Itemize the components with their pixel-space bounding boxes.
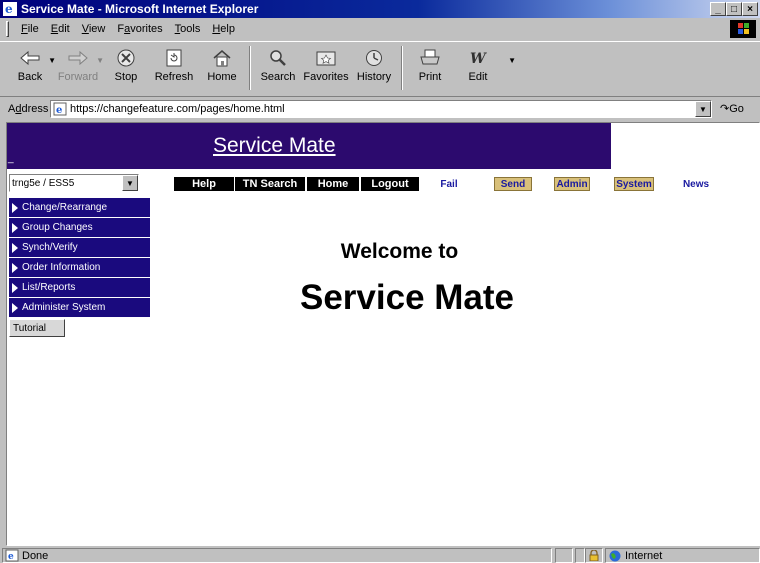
minimize-button[interactable]: _ bbox=[710, 2, 726, 16]
address-dropdown-button[interactable]: ▼ bbox=[695, 101, 711, 117]
home-icon bbox=[209, 45, 235, 71]
back-arrow-icon bbox=[17, 45, 43, 71]
header-banner: _ Service Mate bbox=[7, 123, 611, 169]
print-button[interactable]: Print bbox=[406, 42, 454, 94]
back-button[interactable]: Back ▼ bbox=[6, 42, 56, 94]
triangle-right-icon bbox=[12, 222, 18, 233]
page-content: _ Service Mate trng5e / ESS5 ▼ Help TN S… bbox=[6, 122, 760, 546]
edit-button[interactable]: W Edit ▼ bbox=[454, 42, 516, 94]
favorites-icon bbox=[313, 45, 339, 71]
tutorial-button[interactable]: Tutorial bbox=[9, 319, 65, 337]
status-panel-empty bbox=[575, 548, 585, 563]
help-button[interactable]: Help bbox=[174, 177, 234, 191]
fail-link[interactable]: Fail bbox=[435, 177, 463, 191]
svg-text:W: W bbox=[470, 51, 487, 67]
favorites-button[interactable]: Favorites bbox=[302, 42, 350, 94]
menu-view[interactable]: View bbox=[76, 23, 112, 35]
ssl-lock-icon[interactable] bbox=[585, 548, 603, 563]
triangle-right-icon bbox=[12, 242, 18, 253]
home-button[interactable]: Home bbox=[198, 42, 246, 94]
svg-text:e: e bbox=[8, 552, 14, 562]
edit-dropdown-icon[interactable]: ▼ bbox=[508, 56, 516, 65]
side-menu: Change/Rearrange Group Changes Synch/Ver… bbox=[9, 198, 150, 318]
scope-select[interactable]: trng5e / ESS5 ▼ bbox=[9, 174, 139, 192]
go-button[interactable]: ↷Go bbox=[720, 102, 744, 115]
close-button[interactable]: × bbox=[742, 2, 758, 16]
standard-toolbar: Back ▼ Forward ▼ Stop Refresh Home Searc… bbox=[0, 41, 760, 97]
history-button[interactable]: History bbox=[350, 42, 398, 94]
address-label: Address bbox=[8, 103, 49, 115]
menu-edit[interactable]: Edit bbox=[45, 23, 76, 35]
system-link[interactable]: System bbox=[614, 177, 654, 191]
menu-tools[interactable]: Tools bbox=[169, 23, 207, 35]
menu-help[interactable]: Help bbox=[206, 23, 241, 35]
triangle-right-icon bbox=[12, 302, 18, 313]
status-text-panel: e Done bbox=[2, 548, 552, 563]
triangle-right-icon bbox=[12, 262, 18, 273]
address-url: https://changefeature.com/pages/home.htm… bbox=[70, 103, 285, 115]
forward-arrow-icon bbox=[65, 45, 91, 71]
app-name-heading: Service Mate bbox=[299, 278, 515, 317]
triangle-right-icon bbox=[12, 202, 18, 213]
side-menu-administer-system[interactable]: Administer System bbox=[9, 298, 150, 318]
side-menu-group-changes[interactable]: Group Changes bbox=[9, 218, 150, 238]
window-title: Service Mate - Microsoft Internet Explor… bbox=[21, 2, 259, 16]
address-input[interactable]: e https://changefeature.com/pages/home.h… bbox=[50, 100, 712, 118]
search-button[interactable]: Search bbox=[254, 42, 302, 94]
logout-button[interactable]: Logout bbox=[361, 177, 419, 191]
status-bar: e Done Internet bbox=[0, 547, 760, 563]
welcome-heading: Welcome to bbox=[340, 240, 459, 263]
windows-logo-icon bbox=[730, 20, 756, 38]
history-icon bbox=[361, 45, 387, 71]
security-zone-panel[interactable]: Internet bbox=[605, 548, 760, 563]
maximize-button[interactable]: □ bbox=[726, 2, 742, 16]
toolbar-separator bbox=[249, 46, 251, 90]
refresh-button[interactable]: Refresh bbox=[150, 42, 198, 94]
forward-button[interactable]: Forward ▼ bbox=[54, 42, 104, 94]
page-ie-icon: e bbox=[53, 102, 67, 116]
address-bar: Address e https://changefeature.com/page… bbox=[0, 98, 760, 120]
page-done-icon: e bbox=[5, 549, 19, 562]
svg-text:e: e bbox=[5, 2, 13, 16]
search-icon bbox=[265, 45, 291, 71]
send-link[interactable]: Send bbox=[494, 177, 532, 191]
menu-bar: File Edit View Favorites Tools Help bbox=[0, 18, 760, 40]
side-menu-change-rearrange[interactable]: Change/Rearrange bbox=[9, 198, 150, 218]
word-edit-icon: W bbox=[465, 45, 491, 71]
refresh-icon bbox=[161, 45, 187, 71]
side-menu-synch-verify[interactable]: Synch/Verify bbox=[9, 238, 150, 258]
toolbar-separator bbox=[401, 46, 403, 90]
menu-file[interactable]: File bbox=[15, 23, 45, 35]
globe-icon bbox=[609, 550, 621, 561]
go-arrow-icon: ↷ bbox=[720, 103, 730, 115]
menu-favorites[interactable]: Favorites bbox=[111, 23, 168, 35]
scope-dropdown-icon[interactable]: ▼ bbox=[122, 175, 138, 191]
status-panel-empty bbox=[555, 548, 573, 563]
tn-search-button[interactable]: TN Search bbox=[235, 177, 305, 191]
ie-logo-icon: e bbox=[3, 2, 17, 16]
svg-text:e: e bbox=[56, 105, 62, 116]
menu-grip[interactable] bbox=[6, 21, 9, 37]
printer-icon bbox=[417, 45, 443, 71]
triangle-right-icon bbox=[12, 282, 18, 293]
home-nav-button[interactable]: Home bbox=[307, 177, 359, 191]
news-link[interactable]: News bbox=[679, 177, 713, 191]
stop-icon bbox=[113, 45, 139, 71]
side-menu-order-information[interactable]: Order Information bbox=[9, 258, 150, 278]
window-title-bar[interactable]: e Service Mate - Microsoft Internet Expl… bbox=[0, 0, 760, 18]
stop-button[interactable]: Stop bbox=[102, 42, 150, 94]
side-menu-list-reports[interactable]: List/Reports bbox=[9, 278, 150, 298]
banner-title-link[interactable]: Service Mate bbox=[213, 134, 336, 158]
admin-link[interactable]: Admin bbox=[554, 177, 590, 191]
